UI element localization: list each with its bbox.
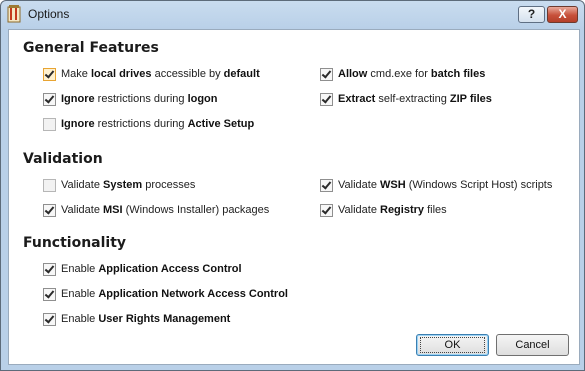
checkbox-checked-icon[interactable] <box>43 203 56 217</box>
checkbox-label: Extract self-extracting ZIP files <box>338 93 492 105</box>
close-button[interactable]: X <box>547 6 578 23</box>
checkbox-label: Enable User Rights Management <box>61 313 230 325</box>
checkbox-validate-msi[interactable]: Validate MSI (Windows Installer) package… <box>43 202 269 218</box>
checkbox-label: Validate MSI (Windows Installer) package… <box>61 204 269 216</box>
checkbox-checked-icon[interactable] <box>320 67 333 81</box>
checkbox-unchecked-icon[interactable] <box>43 178 56 192</box>
checkbox-network-access-control[interactable]: Enable Application Network Access Contro… <box>43 286 288 302</box>
checkbox-checked-icon[interactable] <box>43 67 56 81</box>
label-bold-part: local drives <box>90 68 152 80</box>
label-part: Validate <box>338 179 380 191</box>
label-bold-part: Allow <box>338 68 368 80</box>
options-dialog: Options ? X General Features Make local … <box>0 0 585 371</box>
close-icon: X <box>558 7 567 21</box>
section-title-validation: Validation <box>23 151 103 167</box>
checkbox-checked-icon[interactable] <box>320 92 333 106</box>
checkbox-checked-icon[interactable] <box>43 312 56 326</box>
checkbox-label: Enable Application Network Access Contro… <box>61 288 288 300</box>
checkbox-label: Ignore restrictions during Active Setup <box>61 118 254 130</box>
label-part: Make <box>61 68 91 80</box>
label-part: Enable <box>61 263 99 275</box>
label-bold-part: MSI <box>103 204 123 216</box>
checkbox-label: Enable Application Access Control <box>61 263 242 275</box>
label-part: files <box>424 204 447 216</box>
label-bold-part: Ignore <box>61 93 95 105</box>
checkbox-checked-icon[interactable] <box>43 262 56 276</box>
checkbox-validate-registry[interactable]: Validate Registry files <box>320 202 447 218</box>
title-bar[interactable]: Options ? X <box>1 1 584 28</box>
label-part: Validate <box>61 179 103 191</box>
checkbox-label: Validate Registry files <box>338 204 447 216</box>
label-bold-part: ZIP files <box>449 93 492 105</box>
label-bold-part: Registry <box>380 204 425 216</box>
label-part: processes <box>142 179 196 191</box>
label-part: restrictions during <box>94 93 188 105</box>
label-bold-part: WSH <box>380 179 406 191</box>
checkbox-label: Allow cmd.exe for batch files <box>338 68 485 80</box>
label-bold-part: default <box>223 68 260 80</box>
checkbox-ignore-logon[interactable]: Ignore restrictions during logon <box>43 91 218 107</box>
label-bold-part: logon <box>187 93 218 105</box>
checkbox-extract-zip[interactable]: Extract self-extracting ZIP files <box>320 91 492 107</box>
checkbox-label: Validate System processes <box>61 179 195 191</box>
label-part: (Windows Installer) packages <box>122 204 270 216</box>
label-bold-part: Active Setup <box>187 118 255 130</box>
app-icon <box>6 5 22 23</box>
ok-button-label: OK <box>419 337 486 353</box>
checkbox-label: Validate WSH (Windows Script Host) scrip… <box>338 179 552 191</box>
checkbox-checked-icon[interactable] <box>320 178 333 192</box>
cancel-button-label: Cancel <box>515 339 550 351</box>
checkbox-app-access-control[interactable]: Enable Application Access Control <box>43 261 242 277</box>
checkbox-local-drives[interactable]: Make local drives accessible by default <box>43 66 260 82</box>
ok-button[interactable]: OK <box>416 334 489 356</box>
label-part: accessible by <box>151 68 224 80</box>
label-bold-part: User Rights Management <box>98 313 231 325</box>
label-part: Validate <box>338 204 380 216</box>
question-icon: ? <box>527 7 536 21</box>
label-part: Validate <box>61 204 103 216</box>
checkbox-ignore-active-setup[interactable]: Ignore restrictions during Active Setup <box>43 116 254 132</box>
checkbox-checked-icon[interactable] <box>43 92 56 106</box>
label-bold-part: Ignore <box>61 118 95 130</box>
label-part: Enable <box>61 288 99 300</box>
checkbox-label: Ignore restrictions during logon <box>61 93 218 105</box>
checkbox-checked-icon[interactable] <box>320 203 333 217</box>
label-part: Enable <box>61 313 99 325</box>
label-bold-part: Extract <box>338 93 376 105</box>
checkbox-checked-icon[interactable] <box>43 287 56 301</box>
checkbox-label: Make local drives accessible by default <box>61 68 260 80</box>
checkbox-validate-system[interactable]: Validate System processes <box>43 177 195 193</box>
dialog-body: General Features Make local drives acces… <box>8 29 580 365</box>
cancel-button[interactable]: Cancel <box>496 334 569 356</box>
checkbox-validate-wsh[interactable]: Validate WSH (Windows Script Host) scrip… <box>320 177 552 193</box>
label-part: self-extracting <box>375 93 450 105</box>
label-bold-part: batch files <box>430 68 486 80</box>
checkbox-user-rights[interactable]: Enable User Rights Management <box>43 311 230 327</box>
section-title-general: General Features <box>23 40 159 56</box>
checkbox-unchecked-icon[interactable] <box>43 117 56 131</box>
label-part: restrictions during <box>94 118 188 130</box>
label-bold-part: System <box>103 179 143 191</box>
checkbox-allow-cmd[interactable]: Allow cmd.exe for batch files <box>320 66 485 82</box>
help-button[interactable]: ? <box>518 6 545 23</box>
label-bold-part: Application Network Access Control <box>98 288 288 300</box>
label-part: (Windows Script Host) scripts <box>405 179 553 191</box>
label-part: cmd.exe for <box>367 68 431 80</box>
window-title: Options <box>28 7 70 21</box>
label-bold-part: Application Access Control <box>98 263 242 275</box>
section-title-functionality: Functionality <box>23 235 127 251</box>
